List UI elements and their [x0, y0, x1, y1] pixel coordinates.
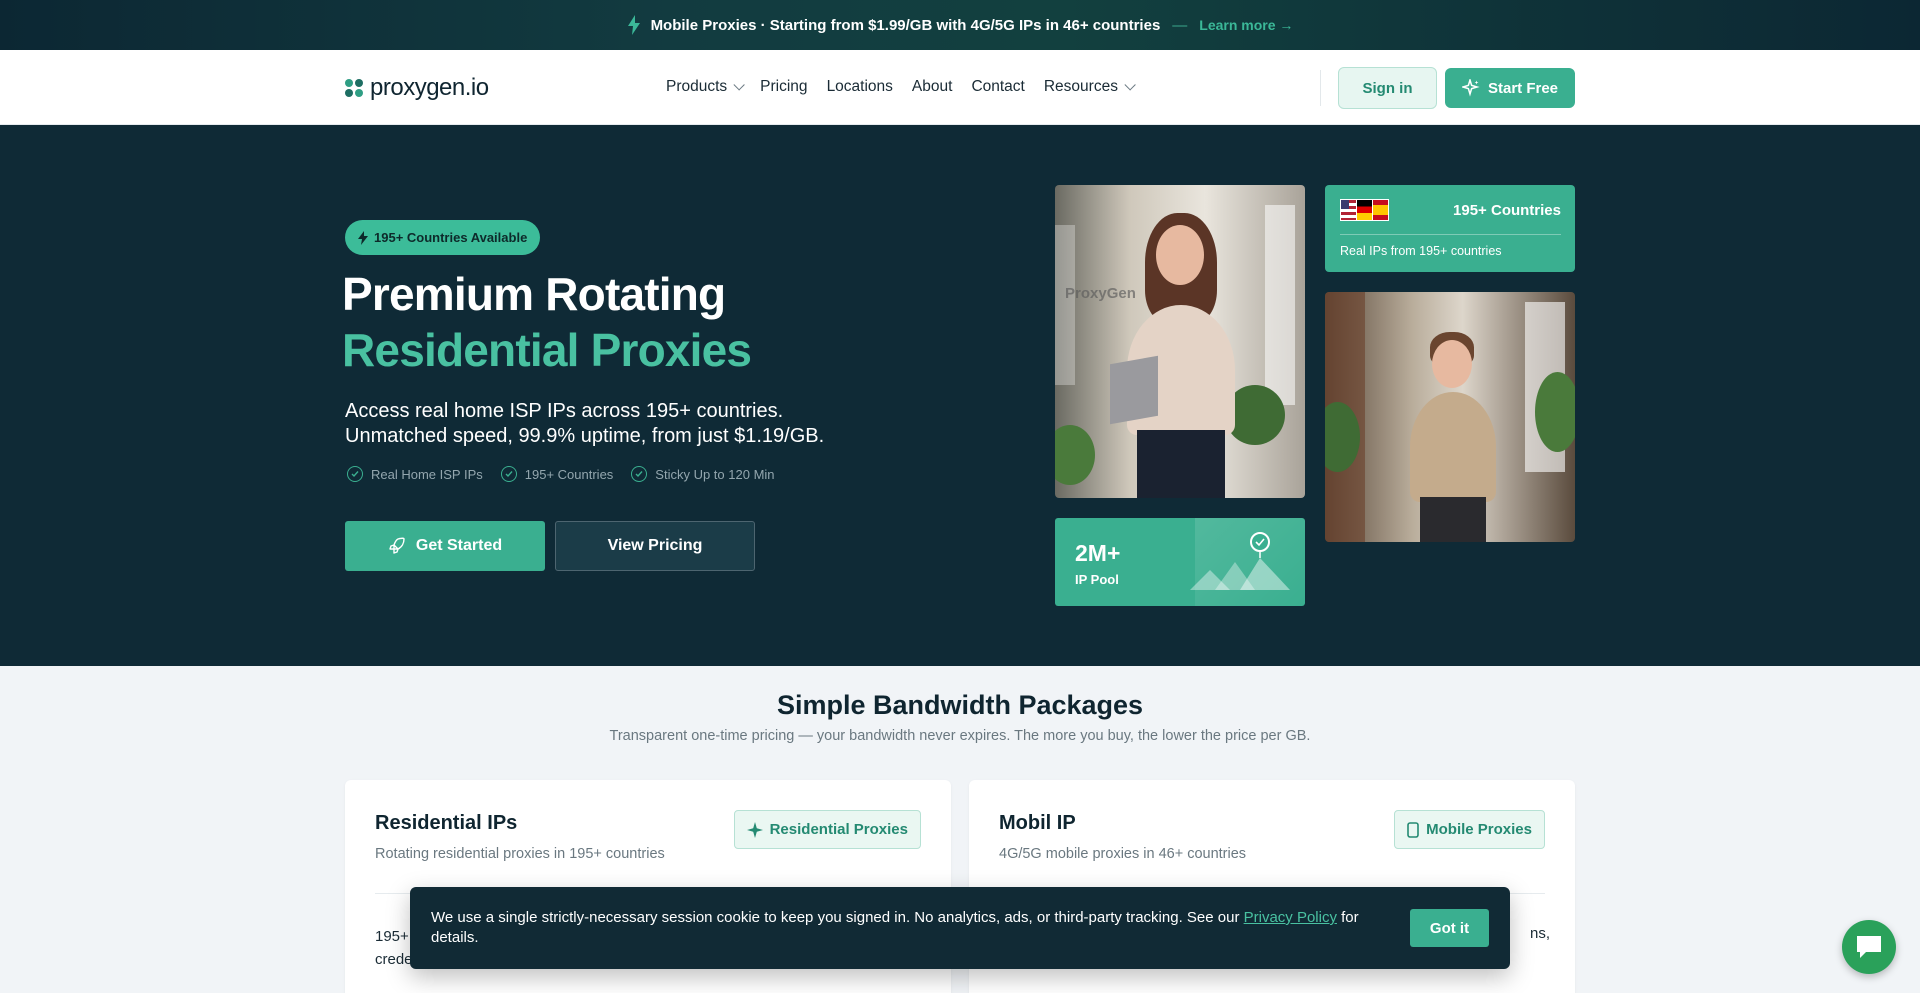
card-body-text: ns,	[1529, 925, 1550, 942]
hero-title-line1: Premium Rotating	[342, 268, 726, 320]
team-photo-man	[1325, 292, 1575, 542]
sign-in-button[interactable]: Sign in	[1338, 67, 1437, 109]
sparkle-icon	[1461, 79, 1480, 97]
countries-card: 195+ Countries Real IPs from 195+ countr…	[1325, 185, 1575, 272]
sparkle-icon	[746, 821, 763, 838]
phone-icon	[1407, 821, 1419, 838]
residential-proxies-tag[interactable]: Residential Proxies	[733, 810, 921, 849]
got-it-button[interactable]: Got it	[1410, 909, 1489, 947]
chevron-down-icon	[733, 79, 745, 91]
hero-subtitle-line2: Unmatched speed, 99.9% uptime, from just…	[345, 425, 825, 447]
cookie-banner: We use a single strictly-necessary sessi…	[410, 887, 1510, 969]
check-circle-icon	[347, 466, 363, 482]
learn-more-link[interactable]: Learn more →	[1199, 17, 1293, 33]
ip-pool-value: 2M+	[1075, 540, 1121, 566]
card-title: Mobil IP	[999, 812, 1076, 834]
logo[interactable]: proxygen.io	[345, 74, 489, 102]
start-free-label: Start Free	[1487, 79, 1559, 97]
nav-pricing[interactable]: Pricing	[760, 78, 807, 96]
nav-divider	[1320, 70, 1321, 106]
badge-label: 195+ Countries Available	[374, 230, 528, 245]
logo-text: proxygen.io	[370, 74, 489, 101]
mountain-chart-icon	[1190, 532, 1290, 590]
photo-wall-text: ProxyGen	[1065, 285, 1136, 302]
nav-links: Products Pricing Locations About Contact…	[666, 78, 1136, 96]
check-circle-icon	[500, 466, 517, 482]
card-subtitle: Rotating residential proxies in 195+ cou…	[375, 846, 665, 862]
ip-pool-label: IP Pool	[1075, 572, 1119, 587]
rocket-icon	[389, 537, 405, 554]
team-photo-woman: ProxyGen	[1055, 185, 1305, 498]
announcement-text: Mobile Proxies · Starting from $1.99/GB …	[650, 16, 1161, 34]
nav-products[interactable]: Products	[666, 78, 745, 96]
announcement-bar: Mobile Proxies · Starting from $1.99/GB …	[0, 0, 1920, 50]
privacy-policy-link[interactable]: Privacy Policy	[1244, 909, 1337, 926]
nav-contact[interactable]: Contact	[971, 78, 1024, 96]
check-circle-icon	[631, 466, 648, 482]
chat-bubble-icon	[1857, 936, 1881, 958]
hero-section: 195+ Countries Available Premium Rotatin…	[0, 125, 1920, 666]
hero-features: Real Home ISP IPs 195+ Countries Sticky …	[347, 466, 775, 482]
countries-card-subtitle: Real IPs from 195+ countries	[1340, 244, 1502, 258]
card-title: Residential IPs	[375, 812, 518, 834]
bolt-icon	[358, 230, 368, 245]
packages-subtitle: Transparent one-time pricing — your band…	[609, 728, 1311, 744]
feature-item: 195+ Countries	[500, 466, 613, 482]
countries-badge: 195+ Countries Available	[345, 220, 541, 255]
feature-item: Sticky Up to 120 Min	[631, 466, 775, 482]
get-started-button[interactable]: Get Started	[345, 521, 545, 571]
get-started-label: Get Started	[415, 537, 503, 554]
chevron-down-icon	[1124, 79, 1136, 91]
ip-pool-card: 2M+ IP Pool	[1055, 518, 1305, 606]
hero-title-line2: Residential Proxies	[342, 324, 752, 376]
flags-icon	[1340, 199, 1389, 221]
chat-widget-button[interactable]	[1842, 920, 1896, 974]
view-pricing-button[interactable]: View Pricing	[555, 521, 755, 571]
cookie-text: We use a single strictly-necessary sessi…	[431, 909, 1359, 946]
main-nav: proxygen.io Products Pricing Locations A…	[0, 50, 1920, 125]
countries-card-title: 195+ Countries	[1453, 202, 1561, 219]
feature-item: Real Home ISP IPs	[347, 466, 483, 482]
start-free-button[interactable]: Start Free	[1445, 68, 1575, 108]
hero-subtitle: Access real home ISP IPs across 195+ cou…	[345, 399, 905, 449]
card-subtitle: 4G/5G mobile proxies in 46+ countries	[999, 846, 1247, 862]
nav-locations[interactable]: Locations	[827, 78, 893, 96]
hero-subtitle-line1: Access real home ISP IPs across 195+ cou…	[345, 400, 784, 422]
nav-resources[interactable]: Resources	[1044, 78, 1136, 96]
announcement-separator: —	[1172, 16, 1188, 34]
logo-mark-icon	[345, 78, 365, 98]
mobile-proxies-tag[interactable]: Mobile Proxies	[1394, 810, 1545, 849]
bolt-icon	[627, 15, 641, 35]
nav-about[interactable]: About	[912, 78, 953, 96]
packages-title: Simple Bandwidth Packages	[776, 690, 1144, 720]
